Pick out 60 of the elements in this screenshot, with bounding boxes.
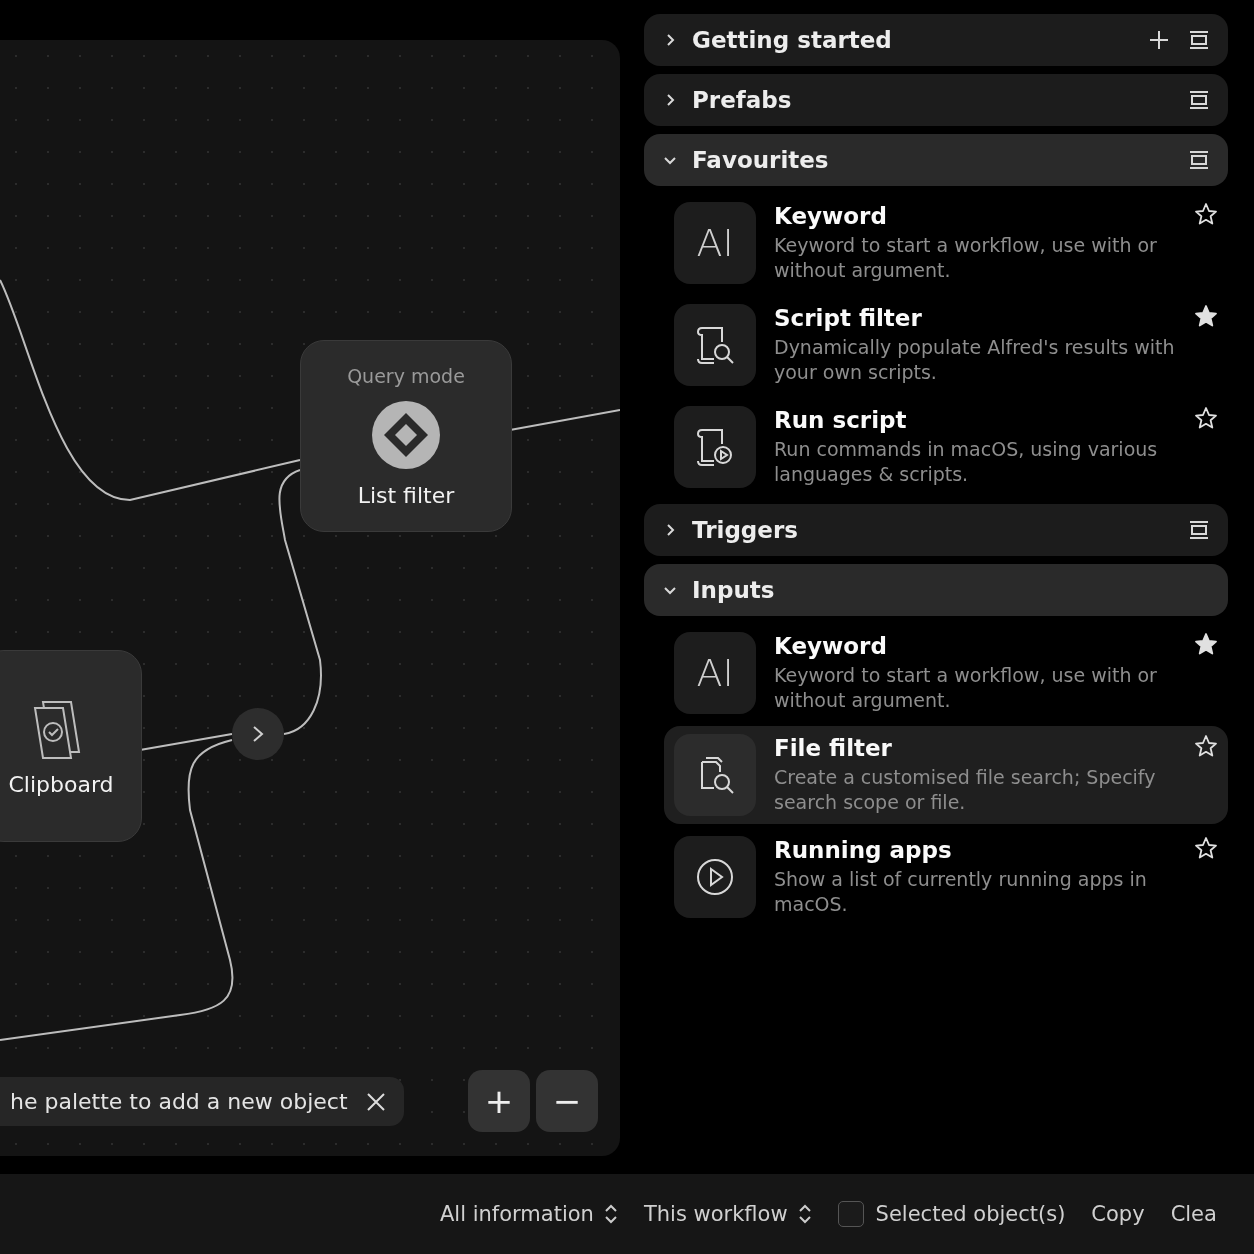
workflow-node[interactable]: Clipboard: [0, 650, 142, 842]
close-icon[interactable]: [365, 1091, 386, 1112]
checkbox-label: Selected object(s): [875, 1202, 1066, 1226]
section-title: Prefabs: [692, 87, 793, 113]
keyword-glyph: AI: [696, 651, 734, 695]
palette-item[interactable]: AI Keyword Keyword to start a workflow, use with or without argument.: [664, 194, 1228, 292]
up-down-icon: [603, 1203, 618, 1225]
item-title: Keyword: [774, 203, 888, 230]
section-title: Getting started: [692, 27, 893, 53]
collapse-icon[interactable]: [1188, 150, 1210, 170]
star-icon[interactable]: [1194, 202, 1218, 226]
item-description: Show a list of currently running apps in macOS.: [774, 867, 1148, 917]
zoom-in-button[interactable]: +: [468, 1070, 530, 1132]
zoom-out-button[interactable]: −: [536, 1070, 598, 1132]
collapse-icon[interactable]: [1188, 90, 1210, 110]
checkbox[interactable]: [837, 1201, 864, 1227]
palette-item[interactable]: Script filter Dynamically populate Alfred's results with your own scripts.: [664, 296, 1228, 394]
section-header[interactable]: Favourites: [644, 134, 1228, 186]
item-title: Script filter: [774, 305, 923, 332]
palette-item[interactable]: AI Keyword Keyword to start a workflow, use with or without argument.: [664, 624, 1228, 722]
node-caption: Query mode: [347, 364, 465, 387]
section-header[interactable]: Prefabs: [644, 74, 1228, 126]
star-icon[interactable]: [1194, 304, 1218, 328]
item-title: Keyword: [774, 633, 888, 660]
action-link[interactable]: Copy: [1091, 1202, 1145, 1226]
item-description: Keyword to start a workflow, use with or without argument.: [774, 233, 1158, 283]
section-title: Favourites: [692, 147, 830, 173]
palette-item[interactable]: Running apps Show a list of currently running apps in macOS.: [664, 828, 1228, 926]
section-header[interactable]: Triggers: [644, 504, 1228, 556]
item-title: Running apps: [774, 837, 953, 864]
item-description: Keyword to start a workflow, use with or without argument.: [774, 663, 1158, 713]
up-down-icon: [797, 1203, 812, 1225]
action-link[interactable]: Clea: [1170, 1202, 1217, 1226]
diamond-circle-icon: [370, 398, 442, 471]
item-description: Dynamically populate Alfred's results with your own scripts.: [774, 335, 1176, 385]
keyword-glyph: AI: [696, 221, 734, 265]
workflow-node[interactable]: Query mode List filter: [300, 340, 512, 532]
collapse-icon[interactable]: [1188, 520, 1210, 540]
plus-icon[interactable]: [1148, 29, 1170, 51]
palette-item[interactable]: File filter Create a customised file search; Specify search scope or file.: [664, 726, 1228, 824]
item-description: Run commands in macOS, using various languages & scripts.: [774, 437, 1159, 487]
section-header[interactable]: Getting started: [644, 14, 1228, 66]
item-title: Run script: [774, 407, 908, 434]
scope-selector[interactable]: This workflow: [643, 1202, 812, 1226]
star-icon[interactable]: [1194, 836, 1218, 860]
star-icon[interactable]: [1194, 632, 1218, 656]
hint-text: he palette to add a new object: [10, 1089, 348, 1114]
section-title: Inputs: [692, 577, 776, 603]
node-label: List filter: [357, 482, 455, 508]
item-description: Create a customised file search; Specify search scope or file.: [774, 765, 1157, 815]
scope-selector[interactable]: All information: [440, 1202, 618, 1226]
collapse-icon[interactable]: [1188, 30, 1210, 50]
item-title: File filter: [774, 735, 893, 762]
star-icon[interactable]: [1194, 734, 1218, 758]
star-icon[interactable]: [1194, 406, 1218, 430]
palette-item[interactable]: Run script Run commands in macOS, using various languages & scripts.: [664, 398, 1228, 496]
section-title: Triggers: [692, 517, 799, 543]
section-header[interactable]: Inputs: [644, 564, 1228, 616]
junction-node[interactable]: [232, 708, 284, 760]
node-label: Clipboard: [8, 771, 114, 797]
